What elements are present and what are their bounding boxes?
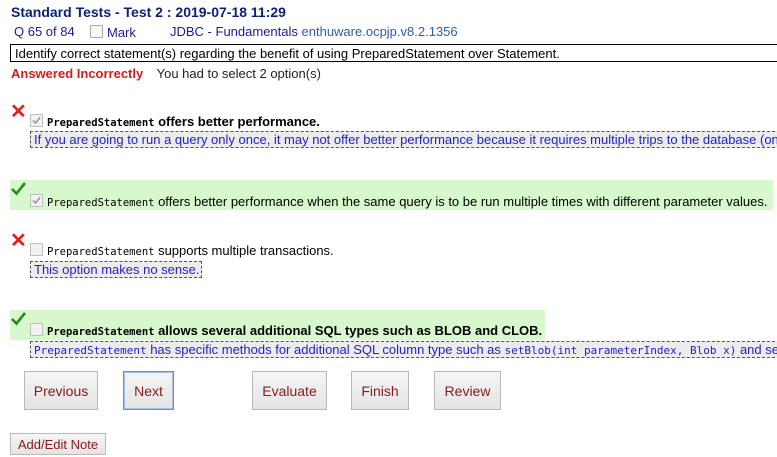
- option-2-label: offers better performance when the same …: [154, 194, 768, 209]
- result-line: Answered Incorrectly You had to select 2…: [11, 66, 321, 81]
- option-checkbox-4[interactable]: [30, 323, 43, 336]
- option-3-code: PreparedStatement: [47, 246, 155, 258]
- incorrect-x-icon: ✕: [10, 101, 27, 123]
- option-1-code: PreparedStatement: [47, 117, 155, 129]
- option-checkbox-2[interactable]: [30, 194, 43, 207]
- next-button[interactable]: Next: [123, 371, 174, 410]
- option-4-text: PreparedStatement allows several additio…: [47, 323, 542, 338]
- topic-info: JDBC - Fundamentals enthuware.ocpjp.v8.2…: [170, 24, 458, 39]
- incorrect-x-icon: ✕: [10, 230, 27, 252]
- checkmark-icon: [32, 116, 41, 125]
- option-4-code: PreparedStatement: [47, 326, 155, 338]
- explanation-text: has specific methods for additional SQL …: [146, 342, 505, 357]
- mark-checkbox[interactable]: [90, 25, 103, 38]
- result-status: Answered Incorrectly: [11, 66, 144, 81]
- finish-button[interactable]: Finish: [351, 371, 409, 410]
- option-2-code: PreparedStatement: [47, 197, 155, 209]
- result-instruction: You had to select 2 option(s): [156, 66, 321, 81]
- checkmark-icon: [32, 196, 41, 205]
- option-1-text: PreparedStatement offers better performa…: [47, 114, 320, 129]
- option-3-label: supports multiple transactions.: [154, 243, 334, 258]
- question-source: enthuware.ocpjp.v8.2.1356: [301, 24, 458, 39]
- correct-check-icon: [11, 312, 27, 326]
- option-checkbox-1[interactable]: [30, 114, 43, 127]
- option-4-label: allows several additional SQL types such…: [154, 323, 543, 338]
- option-checkbox-3[interactable]: [30, 243, 43, 256]
- option-2-text: PreparedStatement offers better performa…: [47, 194, 767, 209]
- review-button[interactable]: Review: [434, 371, 501, 410]
- option-3-explanation: This option makes no sense.: [30, 261, 202, 278]
- option-3-text: PreparedStatement supports multiple tran…: [47, 243, 334, 258]
- question-text: Identify correct statement(s) regarding …: [10, 44, 777, 62]
- correct-check-icon: [11, 182, 27, 196]
- previous-button[interactable]: Previous: [24, 371, 98, 410]
- question-counter: Q 65 of 84: [14, 24, 75, 39]
- topic-name: JDBC - Fundamentals: [170, 24, 298, 39]
- option-1-label: offers better performance.: [154, 114, 320, 129]
- evaluate-button[interactable]: Evaluate: [252, 371, 327, 410]
- explanation-tail: and set: [739, 342, 777, 357]
- test-title: Standard Tests - Test 2 : 2019-07-18 11:…: [11, 4, 286, 20]
- add-edit-note-button[interactable]: Add/Edit Note: [10, 433, 106, 455]
- explanation-code-1: PreparedStatement: [34, 344, 147, 357]
- option-1-explanation: If you are going to run a query only onc…: [30, 131, 777, 148]
- option-4-explanation: PreparedStatement has specific methods f…: [30, 341, 777, 358]
- explanation-code-2: setBlob(int parameterIndex, Blob x): [504, 344, 737, 357]
- mark-label[interactable]: Mark: [107, 25, 136, 40]
